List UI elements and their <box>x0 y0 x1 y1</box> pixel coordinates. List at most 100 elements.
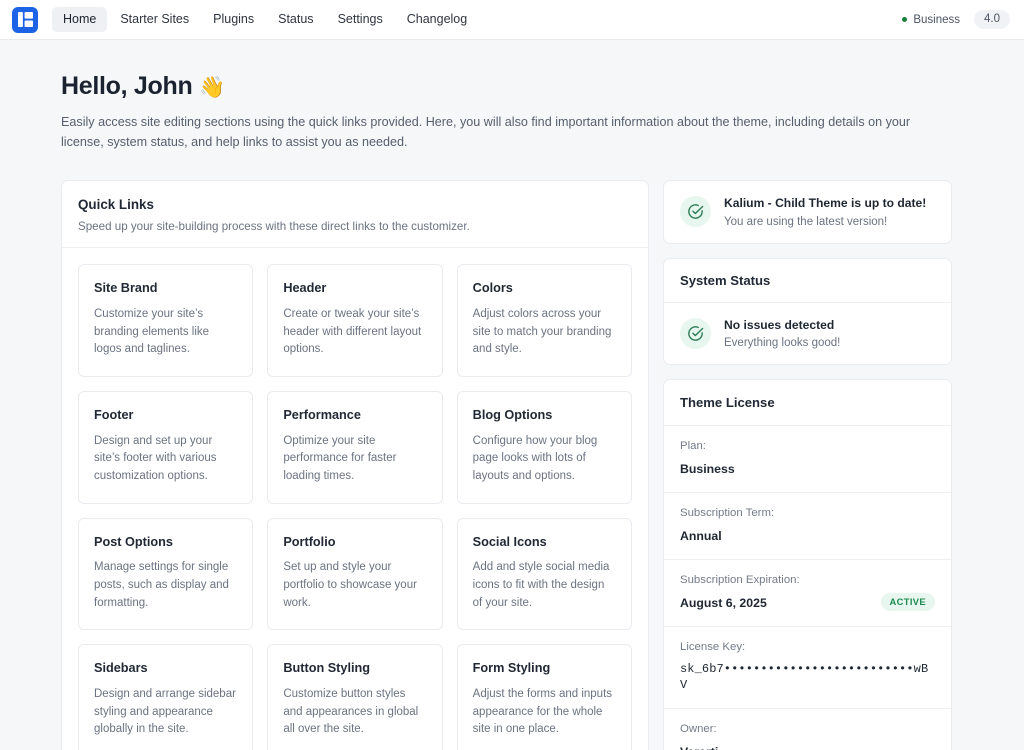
system-status-subtitle: Everything looks good! <box>724 337 840 349</box>
license-value: Annual <box>680 529 935 545</box>
quick-link-title: Blog Options <box>473 408 616 424</box>
quick-link-button-styling[interactable]: Button Styling Customize button styles a… <box>267 644 442 750</box>
quick-links-grid: Site Brand Customize your site’s brandin… <box>62 248 648 750</box>
quick-link-portfolio[interactable]: Portfolio Set up and style your portfoli… <box>267 518 442 631</box>
version-badge: 4.0 <box>974 10 1010 30</box>
nav-item-settings[interactable]: Settings <box>327 7 394 32</box>
license-label: Subscription Expiration: <box>680 573 935 588</box>
page-content: Hello, John 👋 Easily access site editing… <box>0 40 1024 750</box>
quick-links-header: Quick Links Speed up your site-building … <box>62 181 648 248</box>
two-column-layout: Quick Links Speed up your site-building … <box>61 180 963 750</box>
quick-link-desc: Set up and style your portfolio to showc… <box>283 559 426 612</box>
system-status-title: System Status <box>680 273 935 288</box>
update-notice-subtitle: You are using the latest version! <box>724 216 926 228</box>
license-value: Verarti <box>680 745 935 750</box>
nav-item-label: Status <box>278 12 313 26</box>
quick-links-subtitle: Speed up your site-building process with… <box>78 220 632 233</box>
page-title: Hello, John 👋 <box>61 71 963 101</box>
license-label: Owner: <box>680 722 935 737</box>
quick-link-sidebars[interactable]: Sidebars Design and arrange sidebar styl… <box>78 644 253 750</box>
quick-link-desc: Manage settings for single posts, such a… <box>94 559 237 612</box>
quick-link-desc: Add and style social media icons to fit … <box>473 559 616 612</box>
update-notice-text: Kalium - Child Theme is up to date! You … <box>724 196 926 228</box>
quick-link-title: Form Styling <box>473 661 616 677</box>
quick-links-card: Quick Links Speed up your site-building … <box>61 180 649 750</box>
license-row-subscription-expiration: Subscription Expiration: August 6, 2025 … <box>664 560 951 627</box>
quick-link-title: Footer <box>94 408 237 424</box>
system-status-header: System Status <box>664 259 951 303</box>
system-status-text: No issues detected Everything looks good… <box>724 318 840 350</box>
license-row-owner: Owner: Verarti <box>664 709 951 750</box>
theme-license-card: Theme License Plan: Business Subscriptio… <box>663 379 952 750</box>
main-nav: Home Starter Sites Plugins Status Settin… <box>52 7 478 32</box>
theme-update-card: Kalium - Child Theme is up to date! You … <box>663 180 952 244</box>
quick-link-social-icons[interactable]: Social Icons Add and style social media … <box>457 518 632 631</box>
license-row-subscription-term: Subscription Term: Annual <box>664 493 951 560</box>
license-label: Subscription Term: <box>680 506 935 521</box>
license-value: Business <box>680 462 935 478</box>
quick-link-post-options[interactable]: Post Options Manage settings for single … <box>78 518 253 631</box>
quick-link-desc: Design and arrange sidebar styling and a… <box>94 686 237 739</box>
system-status-body: No issues detected Everything looks good… <box>664 303 951 365</box>
quick-link-desc: Customize your site’s branding elements … <box>94 306 237 359</box>
quick-link-desc: Configure how your blog page looks with … <box>473 433 616 486</box>
quick-link-desc: Adjust colors across your site to match … <box>473 306 616 359</box>
quick-links-title: Quick Links <box>78 196 632 213</box>
quick-link-desc: Create or tweak your site’s header with … <box>283 306 426 359</box>
theme-license-header: Theme License <box>664 380 951 426</box>
license-key-value: sk_6b7••••••••••••••••••••••••••wBV <box>680 662 935 693</box>
quick-link-title: Button Styling <box>283 661 426 677</box>
nav-item-starter-sites[interactable]: Starter Sites <box>109 7 200 32</box>
kalium-logo-icon[interactable] <box>12 7 38 33</box>
right-column: Kalium - Child Theme is up to date! You … <box>663 180 952 750</box>
nav-item-home[interactable]: Home <box>52 7 107 32</box>
nav-item-label: Home <box>63 12 96 26</box>
plan-label: Business <box>913 14 960 26</box>
status-dot-icon <box>902 17 907 22</box>
quick-link-footer[interactable]: Footer Design and set up your site’s foo… <box>78 391 253 504</box>
quick-link-site-brand[interactable]: Site Brand Customize your site’s brandin… <box>78 264 253 377</box>
topbar-right-group: Business 4.0 <box>902 10 1010 30</box>
quick-link-title: Header <box>283 281 426 297</box>
quick-link-header[interactable]: Header Create or tweak your site’s heade… <box>267 264 442 377</box>
quick-link-title: Performance <box>283 408 426 424</box>
quick-link-desc: Customize button styles and appearances … <box>283 686 426 739</box>
quick-link-title: Sidebars <box>94 661 237 677</box>
license-label: License Key: <box>680 640 935 655</box>
quick-link-title: Portfolio <box>283 535 426 551</box>
system-status-card: System Status No issues detected Everyth… <box>663 258 952 366</box>
check-circle-icon <box>680 196 711 227</box>
license-row-license-key: License Key: sk_6b7•••••••••••••••••••••… <box>664 627 951 709</box>
quick-link-title: Site Brand <box>94 281 237 297</box>
nav-item-label: Settings <box>338 12 383 26</box>
left-column: Quick Links Speed up your site-building … <box>61 180 649 750</box>
check-circle-icon <box>680 318 711 349</box>
quick-link-title: Social Icons <box>473 535 616 551</box>
nav-item-changelog[interactable]: Changelog <box>396 7 478 32</box>
license-label: Plan: <box>680 439 935 454</box>
plan-indicator: Business <box>902 14 960 26</box>
waving-hand-icon: 👋 <box>199 76 225 99</box>
nav-item-label: Starter Sites <box>120 12 189 26</box>
update-notice: Kalium - Child Theme is up to date! You … <box>664 181 951 243</box>
top-navigation-bar: Home Starter Sites Plugins Status Settin… <box>0 0 1024 40</box>
update-notice-title: Kalium - Child Theme is up to date! <box>724 196 926 212</box>
quick-link-form-styling[interactable]: Form Styling Adjust the forms and inputs… <box>457 644 632 750</box>
page-description: Easily access site editing sections usin… <box>61 112 947 153</box>
nav-item-status[interactable]: Status <box>267 7 324 32</box>
nav-item-label: Plugins <box>213 12 254 26</box>
nav-item-plugins[interactable]: Plugins <box>202 7 265 32</box>
license-row-plan: Plan: Business <box>664 426 951 493</box>
theme-license-title: Theme License <box>680 395 935 410</box>
quick-link-colors[interactable]: Colors Adjust colors across your site to… <box>457 264 632 377</box>
system-status-result: No issues detected <box>724 318 840 334</box>
quick-link-desc: Design and set up your site’s footer wit… <box>94 433 237 486</box>
quick-link-blog-options[interactable]: Blog Options Configure how your blog pag… <box>457 391 632 504</box>
status-badge: ACTIVE <box>881 593 935 610</box>
greeting-text: Hello, John <box>61 72 192 100</box>
quick-link-desc: Optimize your site performance for faste… <box>283 433 426 486</box>
quick-link-desc: Adjust the forms and inputs appearance f… <box>473 686 616 739</box>
quick-link-title: Colors <box>473 281 616 297</box>
hero-section: Hello, John 👋 Easily access site editing… <box>61 40 963 153</box>
quick-link-performance[interactable]: Performance Optimize your site performan… <box>267 391 442 504</box>
